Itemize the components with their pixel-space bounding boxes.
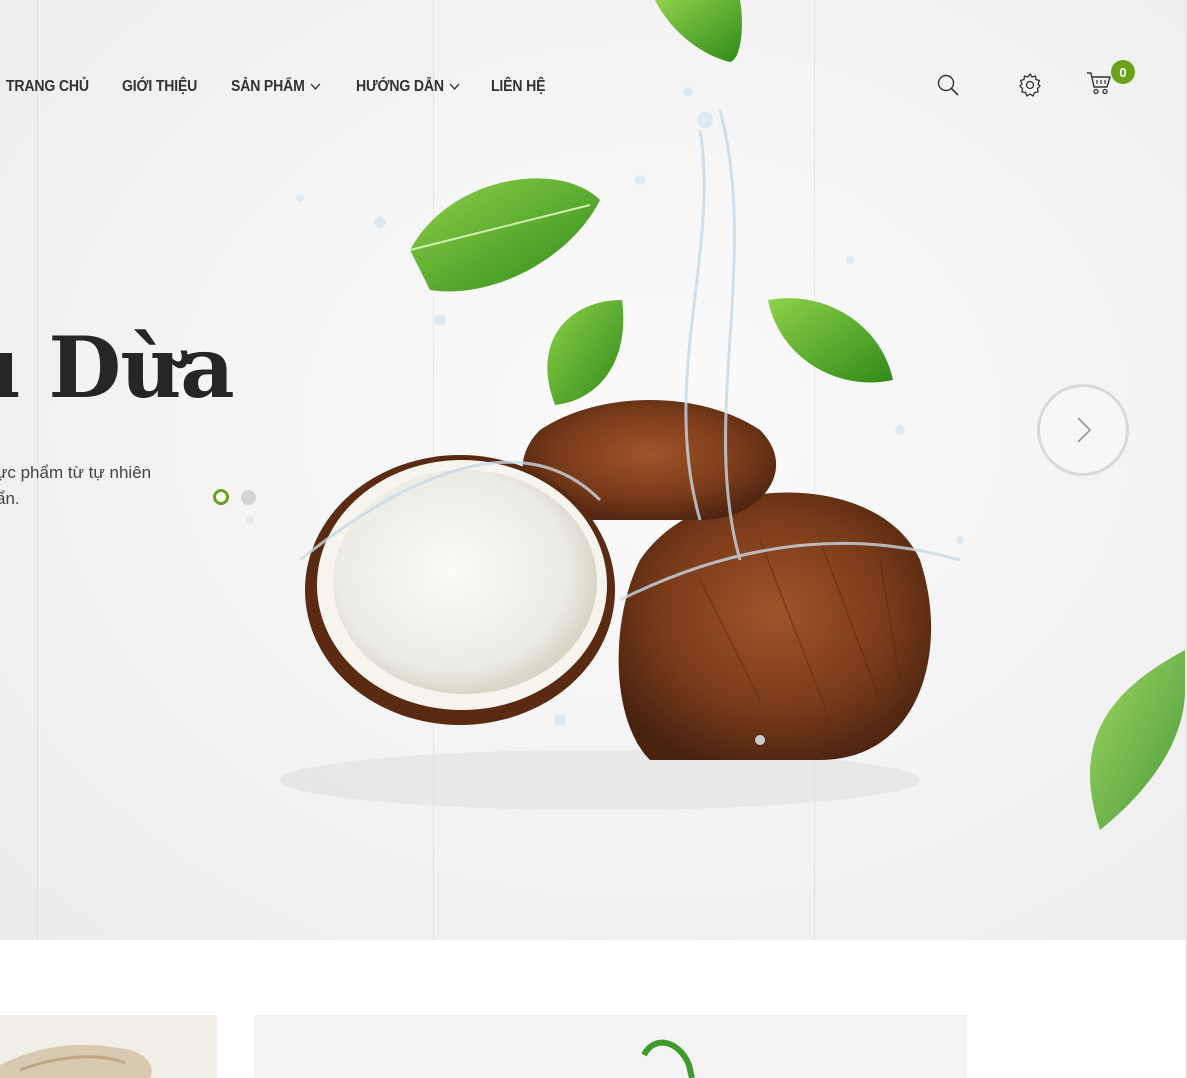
slider-pagination	[213, 489, 256, 505]
nav-item-products[interactable]: SẢN PHẨM	[231, 78, 321, 96]
plant-sprout-image	[641, 1039, 695, 1078]
slider-dot[interactable]	[241, 489, 256, 505]
hero-title: u Dừa	[0, 318, 235, 417]
slider-dot-active[interactable]	[213, 489, 229, 505]
nav-item-label: GIỚI THIỆU	[122, 78, 198, 95]
coconut-splash-image	[246, 0, 1185, 830]
nav-item-contact[interactable]: LIÊN HỆ	[491, 78, 545, 96]
nav-item-label: LIÊN HỆ	[491, 78, 546, 95]
chevron-down-icon	[310, 83, 321, 91]
hero-description: ực phẩm từ tự nhiên ẩn.	[0, 463, 152, 508]
nav-item-label: TRANG CHỦ	[6, 78, 89, 95]
nav-item-guide[interactable]: HƯỚNG DẪN	[356, 78, 460, 96]
search-icon[interactable]	[936, 73, 962, 99]
coconut-flakes-image	[0, 1045, 152, 1078]
gear-icon[interactable]	[1017, 72, 1043, 98]
nav-item-home[interactable]: TRANG CHỦ	[6, 78, 89, 96]
chevron-right-icon	[1077, 417, 1092, 443]
hero-slider: u Dừa ực phẩm từ tự nhiên ẩn. TRANG CHỦ …	[0, 0, 1185, 940]
nav-item-label: SẢN PHẨM	[231, 78, 305, 95]
cart-icon[interactable]	[1086, 70, 1112, 96]
nav-item-label: HƯỚNG DẪN	[356, 78, 444, 95]
nav-item-about[interactable]: GIỚI THIỆU	[122, 78, 197, 96]
chevron-down-icon	[449, 83, 460, 91]
cart-count-badge: 0	[1111, 60, 1135, 84]
slider-next-button[interactable]	[1037, 384, 1129, 476]
product-banner-image[interactable]	[254, 1015, 967, 1078]
product-banner-image[interactable]	[0, 1015, 217, 1078]
